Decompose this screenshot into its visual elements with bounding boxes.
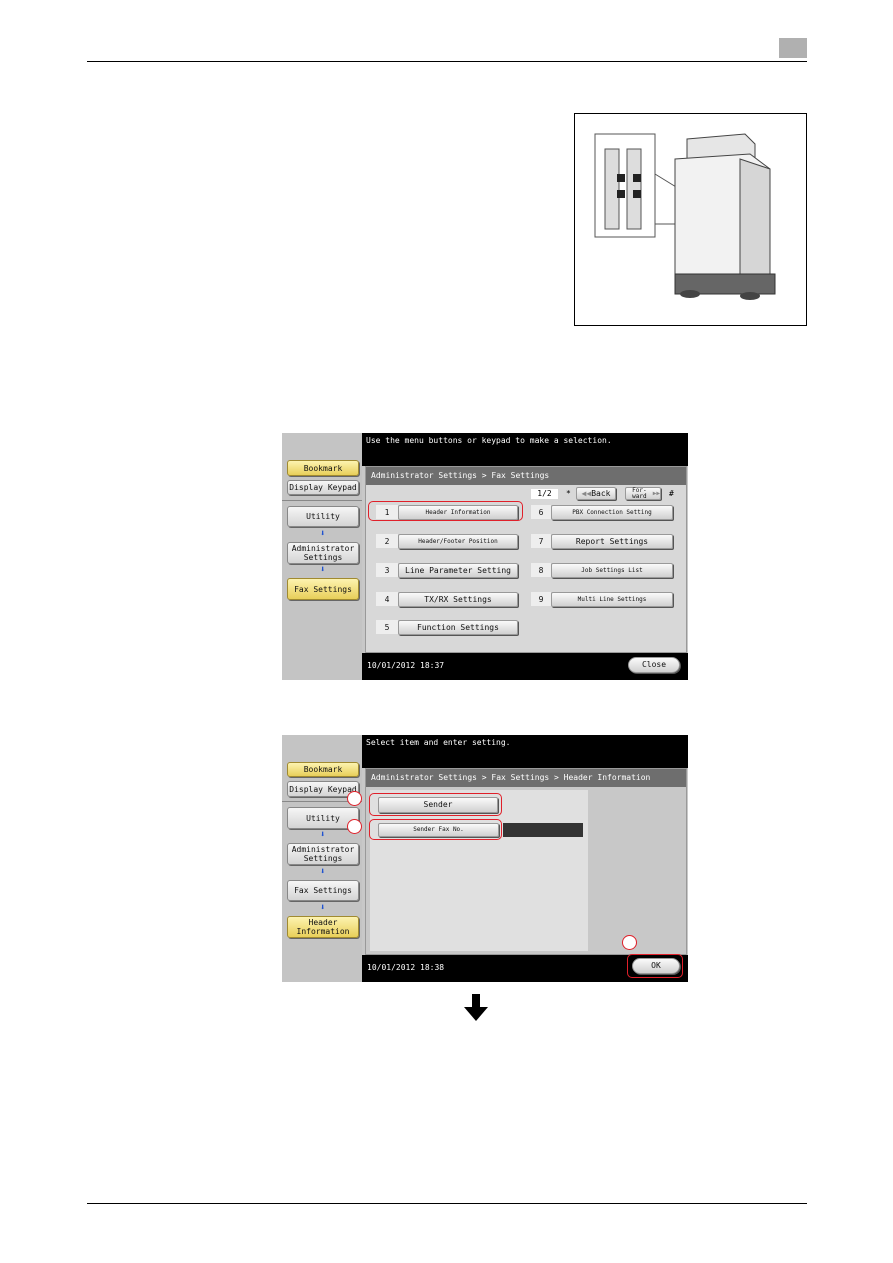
fax-settings-screen: Bookmark Display Keypad Utility ⬇ Admini…	[282, 433, 688, 680]
close-button[interactable]: Close	[628, 657, 680, 673]
item-number: 4	[376, 592, 398, 606]
fax-settings-button[interactable]: Fax Settings	[287, 578, 359, 600]
item-number: 3	[376, 563, 398, 577]
settings-panel: Administrator Settings > Fax Settings > …	[365, 768, 687, 955]
menu-panel: Administrator Settings > Fax Settings 1/…	[365, 466, 687, 653]
forward-button[interactable]: For-ward ▶▶	[625, 487, 661, 500]
highlight-header-information	[368, 501, 523, 521]
function-settings-button[interactable]: Function Settings	[398, 620, 518, 635]
multi-line-settings-button[interactable]: Multi Line Settings	[551, 592, 673, 607]
back-arrow-icon: ◀◀	[581, 488, 592, 498]
arrow-down-icon: ⬇	[320, 867, 326, 877]
forward-label: For-ward	[632, 486, 647, 500]
arrow-down-icon: ⬇	[320, 830, 326, 840]
step-marker	[347, 819, 362, 834]
date: 10/01/2012	[367, 661, 416, 670]
step-marker	[347, 791, 362, 806]
bookmark-button[interactable]: Bookmark	[287, 762, 359, 777]
page-indicator: 1/2	[531, 489, 558, 499]
header-rule	[87, 61, 807, 62]
back-button[interactable]: ◀◀ Back	[576, 487, 616, 500]
time: 18:38	[420, 963, 445, 972]
item-number: 6	[531, 505, 551, 519]
administrator-settings-button[interactable]: Administrator Settings	[287, 542, 359, 564]
message-bar: Use the menu buttons or keypad to make a…	[362, 433, 688, 466]
sidebar: Bookmark Display Keypad Utility ⬇ Admini…	[282, 735, 362, 982]
printer-drawing	[594, 133, 776, 300]
display-keypad-button[interactable]: Display Keypad	[287, 480, 359, 495]
footer-rule	[87, 1203, 807, 1204]
item-number: 9	[531, 592, 551, 606]
time: 18:37	[420, 661, 445, 670]
administrator-settings-button[interactable]: Administrator Settings	[287, 843, 359, 865]
item-number: 7	[531, 534, 551, 548]
highlight-ok	[627, 954, 683, 978]
breadcrumb: Administrator Settings > Fax Settings	[366, 467, 686, 485]
arrow-down-icon: ⬇	[320, 565, 326, 575]
sidebar: Bookmark Display Keypad Utility ⬇ Admini…	[282, 433, 362, 680]
item-number: 5	[376, 620, 398, 634]
tx-rx-settings-button[interactable]: TX/RX Settings	[398, 592, 518, 607]
job-settings-list-button[interactable]: Job Settings List	[551, 563, 673, 578]
breadcrumb: Administrator Settings > Fax Settings > …	[366, 769, 686, 787]
message-bar: Select item and enter setting.	[362, 735, 688, 768]
step-marker	[622, 935, 637, 950]
highlight-sender	[369, 793, 502, 816]
message-text: Use the menu buttons or keypad to make a…	[366, 436, 612, 445]
message-text: Select item and enter setting.	[366, 738, 511, 747]
pbx-connection-setting-button[interactable]: PBX Connection Setting	[551, 505, 673, 520]
manual-page: Bookmark Display Keypad Utility ⬇ Admini…	[0, 0, 893, 1263]
report-settings-button[interactable]: Report Settings	[551, 534, 673, 549]
bookmark-button[interactable]: Bookmark	[287, 460, 359, 476]
hash-key-label: #	[669, 489, 674, 498]
arrow-down-icon: ⬇	[320, 903, 326, 913]
header-information-button[interactable]: Header Information	[287, 916, 359, 938]
item-number: 8	[531, 563, 551, 577]
back-label: Back	[591, 488, 611, 498]
arrow-down-icon: ⬇	[320, 529, 326, 539]
header-footer-position-button[interactable]: Header/Footer Position	[398, 534, 518, 549]
star-key-label: *	[566, 489, 571, 498]
item-number: 2	[376, 534, 398, 548]
date: 10/01/2012	[367, 963, 416, 972]
sidebar-divider	[282, 500, 362, 501]
forward-arrow-icon: ▶▶	[652, 489, 660, 497]
page-number-box	[779, 38, 807, 58]
line-parameter-setting-button[interactable]: Line Parameter Setting	[398, 563, 518, 578]
arrow-down-icon	[464, 994, 488, 1021]
fax-settings-button[interactable]: Fax Settings	[287, 880, 359, 901]
sender-fax-no-field	[503, 823, 583, 837]
printer-illustration	[574, 113, 807, 326]
utility-button[interactable]: Utility	[287, 506, 359, 527]
highlight-sender-fax-no	[369, 819, 502, 840]
header-information-screen: Bookmark Display Keypad Utility ⬇ Admini…	[282, 735, 688, 982]
